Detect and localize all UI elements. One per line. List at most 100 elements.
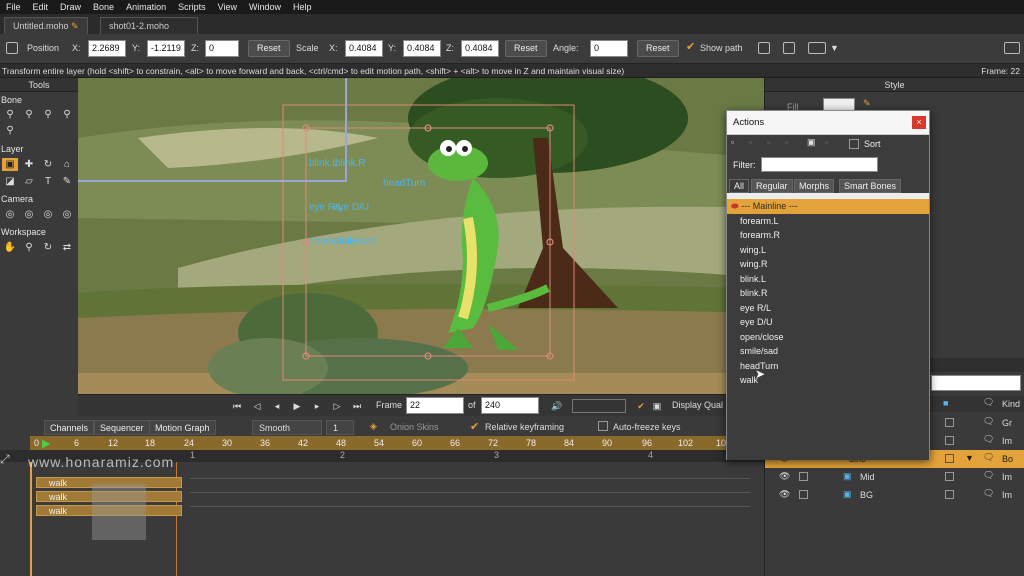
list-item-mainline[interactable]: ⬬ --- Mainline --- [727,199,929,214]
menu-window[interactable]: Window [243,2,287,12]
translate-bone-icon[interactable]: ⚲ [21,108,37,121]
interpolation-select[interactable]: Smooth [252,420,322,435]
transform-layer-icon[interactable]: ▣ [2,158,18,171]
canvas-viewport[interactable]: blink.L blink.R headTurn eye R/L eye D/U… [78,78,764,394]
step-back-key-icon[interactable]: ◁ [250,399,264,413]
angle-field[interactable]: 0 [590,40,628,57]
pos-x-field[interactable]: 2.2689 [88,40,126,57]
delete-action-icon[interactable]: ▫ [785,137,788,147]
perspective-icon[interactable]: ▱ [21,175,37,188]
tab-motion-graph[interactable]: Motion Graph [149,420,216,435]
shear-icon[interactable]: ⌂ [59,158,75,171]
doc-tab-shot01[interactable]: shot01-2.moho [100,17,198,34]
align-icon[interactable] [808,42,826,54]
reset-angle-button[interactable]: Reset [637,40,679,57]
visibility-eye-icon[interactable]: 👁 [779,489,790,500]
tab-morphs[interactable]: Morphs [794,179,835,193]
layer-checkbox[interactable] [799,472,808,481]
camera-roll-icon[interactable]: ◎ [40,208,56,221]
duplicate-action-icon[interactable]: ▫ [749,137,752,147]
layer-row[interactable]: 👁 ▣ Mid 🗨 Im [765,468,1024,486]
reset-scale-button[interactable]: Reset [505,40,547,57]
onion-skins-icon[interactable]: ◈ [370,421,377,432]
scale-y-field[interactable]: 0.4084 [403,40,441,57]
menu-view[interactable]: View [212,2,243,12]
quality-checkbox[interactable]: ✔ [634,399,648,413]
chevron-down-icon[interactable]: ▼ [965,453,974,463]
show-path-checkbox[interactable]: ✔ [686,40,695,53]
insert-action-icon[interactable]: ▣ [807,137,816,148]
new-action-icon[interactable]: ▫ [731,137,734,147]
tab-sequencer[interactable]: Sequencer [94,420,150,435]
visibility-eye-icon[interactable]: 👁 [779,471,790,482]
scale-x-field[interactable]: 0.4084 [345,40,383,57]
list-item[interactable]: wing.R [727,257,929,272]
list-item[interactable]: blink.L [727,272,929,287]
camera-tilt-icon[interactable]: ◎ [59,208,75,221]
zoom-icon[interactable]: ⚲ [21,241,37,254]
auto-freeze-checkbox[interactable] [598,421,608,431]
rotate-layer-icon[interactable]: ↻ [40,158,56,171]
menu-scripts[interactable]: Scripts [172,2,212,12]
rotate-bone-icon[interactable]: ⚲ [59,108,75,121]
fast-forward-icon[interactable]: ⏭ [350,399,364,413]
layer-icon[interactable] [758,42,770,54]
list-item[interactable]: wing.L [727,243,929,258]
total-frames-field[interactable]: 240 [481,397,539,414]
list-item[interactable]: smile/sad [727,344,929,359]
tab-channels[interactable]: Channels [44,420,95,435]
reset-position-button[interactable]: Reset [248,40,290,57]
tab-smart-bones[interactable]: Smart Bones [839,179,902,193]
list-item[interactable]: forearm.L [727,214,929,229]
layer-checkbox[interactable] [945,454,954,463]
reference-action-icon[interactable]: ▫ [825,137,828,147]
library-icon[interactable] [1004,42,1020,54]
interp-count-select[interactable]: 1 [326,420,354,435]
step-back-icon[interactable]: ◂ [270,399,284,413]
copy-icon[interactable] [783,42,795,54]
close-icon[interactable]: × [912,116,926,129]
volume-icon[interactable]: 🔊 [550,399,564,413]
menu-bone[interactable]: Bone [87,2,120,12]
list-item[interactable]: blink.R [727,286,929,301]
expand-timeline-icon[interactable]: ⤢ [0,452,10,467]
text-icon[interactable]: T [40,175,56,188]
manipulate-bones-icon[interactable]: ⚲ [2,124,18,137]
pencil-icon[interactable]: ✎ [59,175,75,188]
tab-regular[interactable]: Regular [751,179,793,193]
menu-edit[interactable]: Edit [27,2,55,12]
menu-animation[interactable]: Animation [120,2,172,12]
sort-checkbox[interactable] [849,139,859,149]
list-item[interactable]: forearm.R [727,228,929,243]
list-item[interactable]: open/close [727,330,929,345]
timeline-ruler[interactable]: 0 6 12 18 24 30 36 42 48 54 60 66 72 78 … [30,436,731,450]
relative-keyframing-checkbox[interactable]: ✔ [470,420,479,433]
menu-help[interactable]: Help [287,2,318,12]
view-layout-icons[interactable] [572,399,626,413]
play-icon[interactable]: ▶ [290,399,304,413]
rotate-workspace-icon[interactable]: ↻ [40,241,56,254]
move-icon[interactable]: ✚ [21,158,37,171]
pos-y-field[interactable]: -1.2119 [147,40,185,57]
camera-zoom-icon[interactable]: ◎ [21,208,37,221]
layer-row[interactable]: 👁 ▣ BG 🗨 Im [765,486,1024,504]
scale-z-field[interactable]: 0.4084 [461,40,499,57]
list-item[interactable]: eye R/L [727,301,929,316]
menu-draw[interactable]: Draw [54,2,87,12]
rewind-icon[interactable]: ⏮ [230,399,244,413]
scale-bone-icon[interactable]: ⚲ [40,108,56,121]
pos-z-field[interactable]: 0 [205,40,239,57]
select-bone-icon[interactable]: ⚲ [2,108,18,121]
step-forward-icon[interactable]: ▸ [310,399,324,413]
doc-tab-untitled[interactable]: Untitled.moho ✎ [4,17,88,34]
playhead-marker-icon[interactable]: ▶ [42,437,50,450]
layer-checkbox[interactable] [945,418,954,427]
layer-checkbox[interactable] [945,490,954,499]
flip-icon[interactable]: ◪ [2,175,18,188]
layer-checkbox[interactable] [945,436,954,445]
rename-action-icon[interactable]: ▫ [767,137,770,147]
menu-file[interactable]: File [0,2,27,12]
layers-search-input[interactable] [931,375,1021,391]
orbit-icon[interactable]: ⇄ [59,241,75,254]
list-item[interactable]: eye D/U [727,315,929,330]
